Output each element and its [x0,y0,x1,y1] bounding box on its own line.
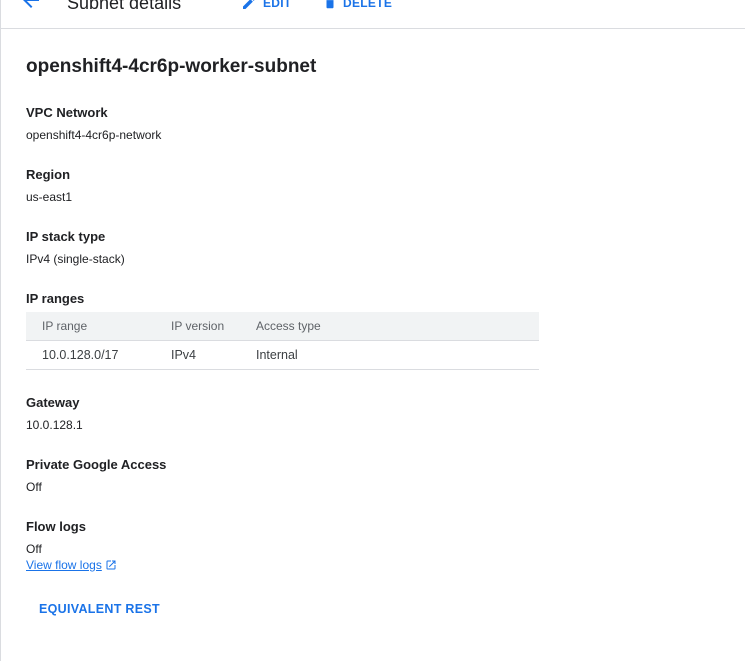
pencil-icon [243,0,255,9]
arrow-back-icon [23,0,39,8]
flow-logs-label: Flow logs [26,519,86,534]
external-link-icon [106,560,116,570]
edit-button-label: EDIT [263,0,292,10]
delete-button[interactable]: DELETE [323,0,392,13]
vpc-network-label: VPC Network [26,105,108,120]
subnet-name-heading: openshift4-4cr6p-worker-subnet [26,56,317,77]
column-header-ip-range: IP range [26,312,171,341]
edit-button[interactable]: EDIT [241,0,292,13]
view-flow-logs-link[interactable]: View flow logs [26,557,117,573]
ip-ranges-table: IP range IP version Access type 10.0.128… [26,312,539,370]
equivalent-rest-button[interactable]: EQUIVALENT REST [29,594,170,624]
delete-button-label: DELETE [343,0,393,10]
trash-icon [326,0,334,9]
column-header-ip-version: IP version [171,312,256,341]
subnet-details-page: Subnet details EDIT DELETE openshift4-4c… [0,0,745,661]
ip-stack-type-label: IP stack type [26,229,106,244]
table-row: 10.0.128.0/17 IPv4 Internal [26,340,539,370]
ip-ranges-label: IP ranges [26,291,85,306]
view-flow-logs-label: View flow logs [26,558,102,572]
ip-stack-type-value: IPv4 (single-stack) [26,252,125,266]
region-value: us-east1 [26,190,73,204]
cell-ip-version: IPv4 [171,340,256,370]
page-title: Subnet details [67,0,182,13]
gateway-value: 10.0.128.1 [26,418,83,432]
column-header-access-type: Access type [256,312,539,341]
table-header-row: IP range IP version Access type [26,312,539,341]
region-label: Region [26,167,71,182]
vpc-network-value: openshift4-4cr6p-network [26,128,162,142]
gateway-label: Gateway [26,395,80,410]
private-google-access-value: Off [26,480,42,494]
cell-access-type: Internal [256,340,539,370]
page-header: Subnet details EDIT DELETE [1,0,745,29]
back-button[interactable] [19,0,43,12]
flow-logs-value: Off [26,542,42,556]
private-google-access-label: Private Google Access [26,457,167,472]
cell-ip-range: 10.0.128.0/17 [26,340,171,370]
